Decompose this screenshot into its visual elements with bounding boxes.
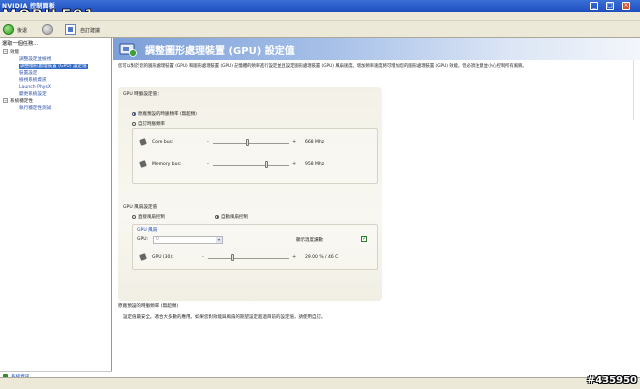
radio-default-clock[interactable]: 原廠預設的時脈頻率 (無超頻): [132, 111, 197, 117]
back-label[interactable]: 後退: [17, 27, 27, 34]
home-icon[interactable]: [65, 24, 76, 35]
home-label[interactable]: 自訂建議: [80, 27, 100, 34]
maximize-button[interactable]: □: [606, 2, 614, 10]
fan-slider-track[interactable]: [208, 258, 289, 259]
radio-auto-fan[interactable]: 自動風扇控制: [215, 214, 248, 220]
show-temp-checkbox[interactable]: ✓: [361, 236, 367, 242]
minus-icon: -: [207, 161, 209, 167]
gpu-select-label: GPU:: [137, 237, 149, 242]
fan-groupbox: GPU 風扇 GPU: 0 ▾ 顯示溫度讀數 ✓ GPU (30): - + 2…: [132, 224, 378, 270]
radio-dot[interactable]: [132, 121, 136, 126]
radio-dot[interactable]: [132, 214, 136, 219]
forward-arrow-icon[interactable]: [42, 24, 53, 35]
toolbar: 後退 自訂建議: [0, 21, 640, 38]
tree-item-launch-physx[interactable]: Launch PhysX: [3, 84, 111, 91]
scrollbar[interactable]: [633, 60, 638, 120]
sidebar-heading: 選取一個任務...: [2, 41, 39, 47]
core-bus-label: Core bus:: [152, 140, 174, 145]
fan-slider-thumb[interactable]: [230, 254, 234, 261]
minimize-button[interactable]: _: [590, 2, 598, 10]
fan-speed-label: GPU (30):: [152, 255, 174, 260]
fan-icon: [139, 253, 147, 261]
core-chip-icon: [139, 138, 147, 146]
description-body: 設定值最安全。適合大多數的應用。如果您對效能與風扇的期望設定超過目前的設定值，請…: [123, 315, 326, 320]
core-slider-thumb[interactable]: [245, 139, 249, 146]
status-bar: [0, 377, 640, 389]
chevron-down-icon[interactable]: ▾: [216, 237, 222, 243]
radio-dot-selected[interactable]: [215, 214, 219, 219]
tree-item-change-system[interactable]: 變更系統設定: [3, 91, 111, 98]
page-title: 調整圖形處理裝置 (GPU) 設定值: [145, 46, 295, 57]
menu-bar: [0, 12, 640, 21]
memory-chip-icon: [139, 160, 147, 168]
tree-item-device-settings[interactable]: 裝置設定: [3, 70, 111, 77]
back-arrow-icon[interactable]: [3, 24, 14, 35]
memory-bus-label: Memory bus:: [152, 162, 182, 167]
tree-item-stability-test[interactable]: 執行穩定性測試: [3, 105, 111, 112]
core-slider-track[interactable]: [213, 143, 289, 144]
collapse-icon[interactable]: −: [3, 98, 8, 103]
plus-icon: +: [292, 139, 297, 145]
radio-custom-clock[interactable]: 自訂時脈頻率: [132, 121, 165, 127]
radio-direct-fan[interactable]: 直接風扇控制: [132, 214, 165, 220]
main-content: 調整圖形處理裝置 (GPU) 設定值 您可以對於您的圖形處理裝置 (GPU) 和…: [113, 38, 640, 377]
clock-groupbox: Core bus: - + 668 Mhz Memory bus: - + 95…: [132, 128, 378, 184]
tree-item-adjust-view[interactable]: 調整設定並檢視: [3, 56, 111, 63]
tree-group-label: 系統穩定性: [10, 99, 33, 104]
plus-icon: +: [292, 254, 297, 260]
task-tree: − 效能 調整設定並檢視 調整圖形處理裝置 (GPU) 設定值 裝置設定 檢視系統…: [3, 49, 111, 112]
page-header: 調整圖形處理裝置 (GPU) 設定值: [113, 38, 640, 60]
clock-section-label: GPU 時脈設定值：: [123, 92, 162, 97]
watermark-photo-id: #435950: [586, 375, 637, 386]
minus-icon: -: [207, 139, 209, 145]
gpu-select[interactable]: 0 ▾: [153, 236, 223, 244]
gpu-settings-icon: [119, 43, 137, 57]
minus-icon: -: [202, 254, 204, 260]
show-temp-label: 顯示溫度讀數: [296, 238, 323, 243]
radio-dot-selected[interactable]: [132, 111, 136, 116]
memory-slider-track[interactable]: [213, 165, 289, 166]
tree-group-stability[interactable]: − 系統穩定性: [3, 98, 111, 105]
close-button[interactable]: ×: [622, 2, 630, 10]
settings-panel: GPU 時脈設定值： 原廠預設的時脈頻率 (無超頻) 自訂時脈頻率 Core b…: [118, 87, 382, 301]
fan-speed-value: 29.00 % / 46 C: [305, 255, 339, 260]
intro-text: 您可以對於您的圖形處理裝置 (GPU) 和圖形處理裝置 (GPU) 記憶體的頻率…: [118, 64, 527, 69]
task-sidebar: 選取一個任務... − 效能 調整設定並檢視 調整圖形處理裝置 (GPU) 設定值…: [0, 38, 112, 381]
plus-icon: +: [292, 161, 297, 167]
core-bus-value: 668 Mhz: [305, 140, 325, 145]
tree-item-system-info[interactable]: 檢視系統資訊: [3, 77, 111, 84]
tree-group-label: 效能: [10, 50, 20, 55]
tree-group-performance[interactable]: − 效能: [3, 49, 111, 56]
memory-slider-thumb[interactable]: [264, 161, 268, 168]
memory-bus-value: 958 Mhz: [305, 162, 325, 167]
collapse-icon[interactable]: −: [3, 49, 8, 54]
fan-group-label: GPU 風扇: [137, 228, 158, 233]
fan-section-label: GPU 風扇設定值: [123, 205, 158, 210]
tree-item-gpu-settings[interactable]: 調整圖形處理裝置 (GPU) 設定值: [3, 63, 111, 70]
description-title: 原廠預設的時脈頻率 (無超頻): [118, 304, 179, 309]
